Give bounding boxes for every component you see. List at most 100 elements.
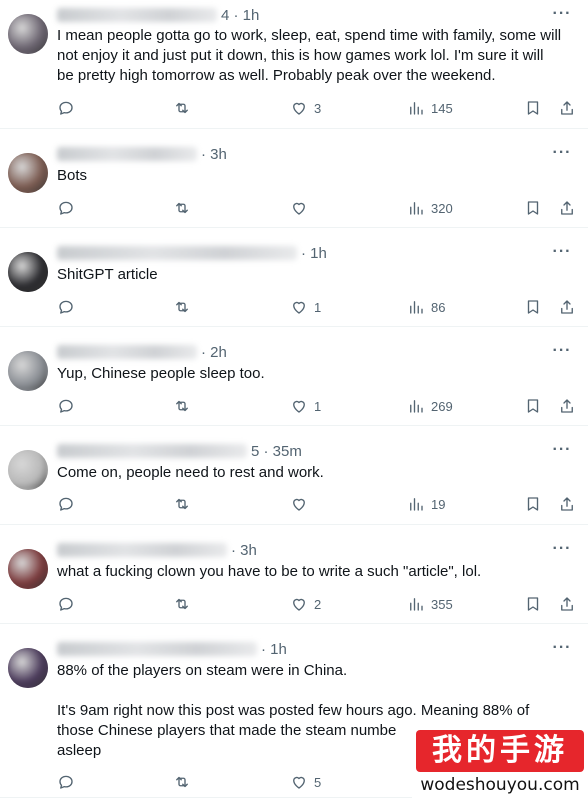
views-count: 145 bbox=[431, 100, 453, 116]
views-icon bbox=[407, 495, 425, 513]
reply-button[interactable] bbox=[57, 594, 75, 614]
views-count: 86 bbox=[431, 299, 446, 315]
avatar[interactable] bbox=[8, 14, 48, 54]
avatar[interactable] bbox=[8, 549, 48, 589]
reply-button[interactable] bbox=[57, 297, 75, 317]
share-button[interactable] bbox=[558, 198, 576, 218]
share-button[interactable] bbox=[558, 494, 576, 514]
retweet-icon bbox=[173, 595, 191, 613]
like-button[interactable]: 1 bbox=[290, 297, 321, 317]
share-icon bbox=[558, 495, 576, 513]
more-icon[interactable]: ··· bbox=[552, 343, 572, 362]
views-button[interactable]: 19 bbox=[407, 494, 445, 514]
more-icon[interactable]: ··· bbox=[552, 244, 572, 263]
user-name-redacted[interactable] bbox=[57, 8, 217, 22]
reply-button[interactable] bbox=[57, 396, 75, 416]
more-icon[interactable]: ··· bbox=[552, 145, 572, 164]
retweet-button[interactable] bbox=[173, 494, 191, 514]
views-icon bbox=[407, 199, 425, 217]
heart-icon bbox=[290, 773, 308, 791]
retweet-button[interactable] bbox=[173, 198, 191, 218]
tweet-time[interactable]: · 1h bbox=[301, 245, 327, 262]
heart-icon bbox=[290, 595, 308, 613]
like-button[interactable]: 5 bbox=[290, 772, 321, 792]
reply-button[interactable] bbox=[57, 772, 75, 792]
retweet-icon bbox=[173, 495, 191, 513]
views-button[interactable]: 320 bbox=[407, 198, 453, 218]
share-button[interactable] bbox=[558, 297, 576, 317]
more-icon[interactable]: ··· bbox=[552, 442, 572, 461]
like-button[interactable]: 3 bbox=[290, 98, 321, 118]
like-button[interactable] bbox=[290, 494, 314, 514]
tweet-time[interactable]: 5 · 35m bbox=[251, 443, 302, 460]
user-name-redacted[interactable] bbox=[57, 345, 197, 359]
avatar[interactable] bbox=[8, 153, 48, 193]
views-button[interactable]: 269 bbox=[407, 396, 453, 416]
reply-icon bbox=[57, 397, 75, 415]
tweet[interactable]: 5 · 35m ··· Come on, people need to rest a… bbox=[0, 426, 588, 525]
avatar[interactable] bbox=[8, 252, 48, 292]
tweet[interactable]: · 3h ··· Bots 320 bbox=[0, 129, 588, 228]
tweet-time[interactable]: 4 · 1h bbox=[221, 7, 259, 24]
tweet[interactable]: · 1h ··· ShitGPT article 1 86 bbox=[0, 228, 588, 327]
retweet-button[interactable] bbox=[173, 396, 191, 416]
tweet[interactable]: 4 · 1h ··· I mean people gotta go to work,… bbox=[0, 0, 588, 129]
retweet-icon bbox=[173, 199, 191, 217]
tweet-time[interactable]: · 3h bbox=[231, 542, 257, 559]
user-name-redacted[interactable] bbox=[57, 543, 227, 557]
share-button[interactable] bbox=[558, 98, 576, 118]
tweet-text: Bots bbox=[57, 167, 88, 184]
bookmark-button[interactable] bbox=[524, 98, 542, 118]
bookmark-icon bbox=[524, 99, 542, 117]
tweet[interactable]: · 2h ··· Yup, Chinese people sleep too. 1 26… bbox=[0, 327, 588, 426]
bookmark-button[interactable] bbox=[524, 297, 542, 317]
tweet-time[interactable]: · 1h bbox=[261, 641, 287, 658]
retweet-button[interactable] bbox=[173, 297, 191, 317]
retweet-button[interactable] bbox=[173, 594, 191, 614]
tweet-time[interactable]: · 2h bbox=[201, 344, 227, 361]
like-count: 2 bbox=[314, 596, 322, 612]
user-name-redacted[interactable] bbox=[57, 444, 247, 458]
tweet-header: · 1h bbox=[57, 243, 327, 263]
heart-icon bbox=[290, 298, 308, 316]
bookmark-button[interactable] bbox=[524, 396, 542, 416]
tweet-actions: 320 bbox=[57, 198, 577, 218]
bookmark-icon bbox=[524, 397, 542, 415]
like-button[interactable]: 2 bbox=[290, 594, 321, 614]
user-name-redacted[interactable] bbox=[57, 642, 257, 656]
reply-button[interactable] bbox=[57, 494, 75, 514]
views-button[interactable]: 145 bbox=[407, 98, 453, 118]
tweet-time[interactable]: · 3h bbox=[201, 146, 227, 163]
views-count: 355 bbox=[431, 596, 453, 612]
reply-icon bbox=[57, 495, 75, 513]
like-button[interactable] bbox=[290, 198, 314, 218]
reply-button[interactable] bbox=[57, 98, 75, 118]
views-button[interactable]: 355 bbox=[407, 594, 453, 614]
avatar[interactable] bbox=[8, 648, 48, 688]
user-name-redacted[interactable] bbox=[57, 246, 297, 260]
more-icon[interactable]: ··· bbox=[552, 640, 572, 659]
share-button[interactable] bbox=[558, 594, 576, 614]
share-button[interactable] bbox=[558, 396, 576, 416]
avatar[interactable] bbox=[8, 351, 48, 391]
like-count: 5 bbox=[314, 774, 322, 790]
retweet-icon bbox=[173, 99, 191, 117]
share-icon bbox=[558, 99, 576, 117]
share-icon bbox=[558, 199, 576, 217]
avatar[interactable] bbox=[8, 450, 48, 490]
tweet[interactable]: · 3h ··· what a fucking clown you have to … bbox=[0, 525, 588, 624]
bookmark-button[interactable] bbox=[524, 494, 542, 514]
tweet-text: ShitGPT article bbox=[57, 266, 158, 283]
more-icon[interactable]: ··· bbox=[552, 6, 572, 25]
bookmark-button[interactable] bbox=[524, 594, 542, 614]
retweet-button[interactable] bbox=[173, 772, 191, 792]
tweet-header: · 3h bbox=[57, 540, 257, 560]
user-name-redacted[interactable] bbox=[57, 147, 197, 161]
like-count: 3 bbox=[314, 100, 322, 116]
bookmark-button[interactable] bbox=[524, 198, 542, 218]
retweet-button[interactable] bbox=[173, 98, 191, 118]
views-button[interactable]: 86 bbox=[407, 297, 445, 317]
reply-button[interactable] bbox=[57, 198, 75, 218]
more-icon[interactable]: ··· bbox=[552, 541, 572, 560]
like-button[interactable]: 1 bbox=[290, 396, 321, 416]
